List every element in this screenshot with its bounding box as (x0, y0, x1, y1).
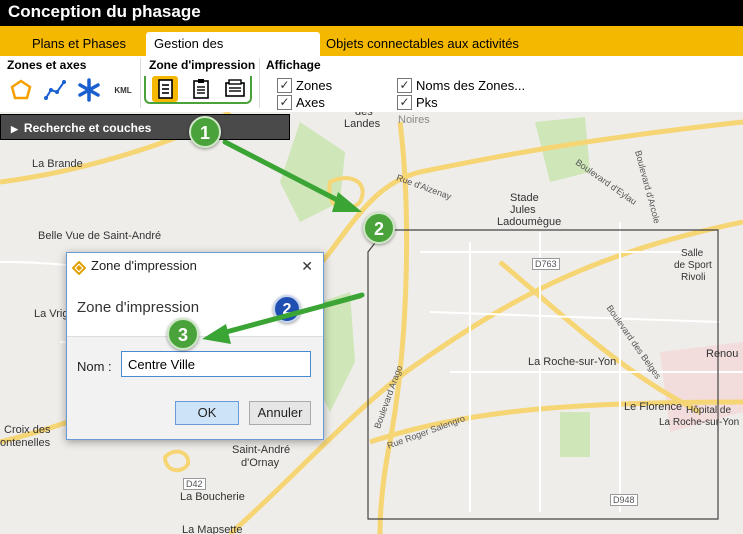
place-label: Renou (706, 348, 739, 360)
place-label: La Brande (32, 158, 83, 170)
checkbox-label: Noms des Zones... (416, 78, 526, 93)
polygon-icon[interactable] (8, 77, 34, 103)
checkbox-pks[interactable]: ✓ Pks (397, 95, 438, 110)
step-badge-2: 2 (363, 212, 395, 244)
group-separator (259, 58, 260, 108)
cancel-button[interactable]: Annuler (249, 401, 311, 425)
print-zone-dialog: Zone d'impression ✕ Zone d'impression No… (66, 252, 324, 440)
display-group-title: Affichage (266, 58, 321, 72)
tab-objets-connectables[interactable]: Objets connectables aux activités (318, 32, 527, 56)
place-label: Saint-André (232, 444, 291, 456)
check-icon: ✓ (397, 78, 412, 93)
check-icon: ✓ (277, 78, 292, 93)
road-shield: D948 (610, 494, 638, 506)
print-zone-table-icon[interactable] (222, 76, 248, 102)
place-label: La Roche-sur-Yon (659, 417, 740, 428)
group-separator (140, 58, 141, 108)
place-label: de Sport (674, 260, 712, 271)
place-label: Noires (398, 114, 430, 126)
checkbox-noms-zones[interactable]: ✓ Noms des Zones... (397, 78, 525, 93)
print-zone-list-icon[interactable] (152, 76, 178, 102)
ribbon: Zones et axes KML Zone d'impression Affi… (0, 56, 743, 113)
place-label: Salle (681, 248, 704, 259)
place-label: Hôpital de (686, 405, 732, 416)
place-label: Ladoumègue (497, 216, 562, 228)
step-badge-3: 3 (167, 318, 199, 350)
zones-axes-group-title: Zones et axes (7, 58, 87, 72)
place-label: Rivoli (681, 272, 706, 283)
check-icon: ✓ (397, 95, 412, 110)
checkbox-label: Axes (296, 95, 325, 110)
place-label: ontenelles (0, 437, 51, 449)
place-label: La Roche-sur-Yon (528, 356, 617, 368)
print-zone-edit-icon[interactable] (188, 76, 214, 102)
search-layers-label: Recherche et couches (23, 121, 152, 135)
ok-button[interactable]: OK (175, 401, 239, 425)
checkbox-label: Pks (416, 95, 438, 110)
print-zone-group-title: Zone d'impression (149, 58, 256, 72)
dialog-title: Zone d'impression (91, 258, 197, 273)
place-label: Croix des (4, 424, 51, 436)
place-label: Belle Vue de Saint-André (38, 230, 162, 242)
tab-gestion-representations[interactable]: Gestion des représentations (146, 32, 320, 75)
checkbox-zones[interactable]: ✓ Zones (277, 78, 332, 93)
road-shield: D42 (183, 478, 206, 490)
step-badge-2-secondary: 2 (273, 295, 301, 323)
asterisk-icon[interactable] (76, 77, 102, 103)
checkbox-label: Zones (296, 78, 333, 93)
tab-bar: Plans et Phases Gestion des représentati… (0, 26, 743, 75)
app-title: Conception du phasage (0, 0, 743, 26)
place-label: d'Ornay (241, 457, 280, 469)
name-label: Nom : (77, 359, 112, 374)
tab-plans-phases[interactable]: Plans et Phases (24, 32, 134, 56)
step-badge-1: 1 (189, 116, 221, 148)
expand-arrow-icon: ▶ (11, 124, 18, 134)
place-label: Stade (510, 192, 539, 204)
place-label: Le Florence (624, 401, 683, 413)
close-icon[interactable]: ✕ (301, 253, 313, 279)
search-layers-panel[interactable]: ▶ Recherche et couches (0, 114, 290, 140)
place-label: La Mapsette (182, 524, 243, 534)
app-logo-icon (71, 258, 87, 284)
name-input[interactable] (121, 351, 311, 377)
place-label: La Vrig (34, 308, 69, 320)
polyline-icon[interactable] (42, 77, 68, 103)
check-icon: ✓ (277, 95, 292, 110)
place-label: Landes (344, 118, 381, 130)
dialog-titlebar: Zone d'impression ✕ (67, 253, 323, 279)
checkbox-axes[interactable]: ✓ Axes (277, 95, 325, 110)
place-label: La Boucherie (180, 491, 245, 503)
kml-button[interactable]: KML (110, 77, 136, 103)
road-shield: D763 (532, 258, 560, 270)
place-label: Jules (510, 204, 536, 216)
